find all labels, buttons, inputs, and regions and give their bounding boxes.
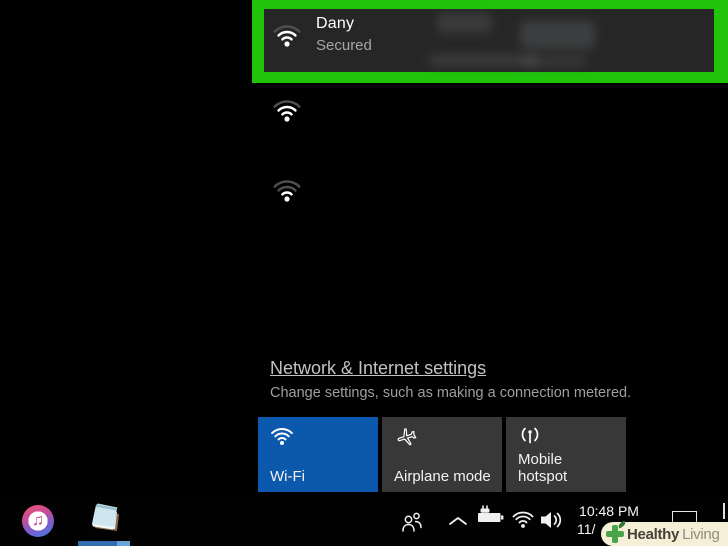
itunes-icon[interactable]: ♫ [22, 505, 54, 537]
wifi-network-item[interactable] [272, 95, 306, 129]
wifi-signal-icon [273, 25, 301, 47]
airplane-mode-tile[interactable]: Airplane mode [382, 417, 502, 492]
clock-date[interactable]: 11/ [577, 521, 595, 537]
network-name: Dany [316, 15, 355, 32]
redacted-blur [520, 21, 595, 49]
connected-network-highlight-box: Dany Secured [252, 0, 728, 83]
redacted-blur [522, 55, 587, 67]
notepad-icon[interactable] [86, 501, 122, 541]
tile-label: Mobile hotspot [518, 451, 568, 485]
mobile-hotspot-icon [521, 427, 539, 444]
volume-icon[interactable] [539, 509, 565, 531]
wifi-signal-icon [271, 428, 293, 445]
healthy-living-cross-icon [605, 520, 627, 544]
chevron-up-icon[interactable] [448, 515, 468, 527]
wifi-network-item[interactable] [272, 175, 306, 209]
quick-actions-row: Wi-Fi Airplane mode Mobile hotspot [258, 417, 626, 492]
healthy-living-watermark: Healthy Living [601, 520, 728, 546]
clock-time[interactable]: 10:48 PM [571, 503, 647, 519]
watermark-word-living: Living [682, 525, 720, 543]
taskbar-active-indicator [78, 541, 130, 546]
people-icon[interactable] [400, 511, 426, 533]
wifi-tray-icon[interactable] [511, 509, 535, 529]
tile-label: Wi-Fi [270, 468, 305, 485]
music-note-glyph: ♫ [32, 512, 44, 529]
network-status: Secured [316, 37, 372, 54]
show-desktop-button[interactable] [723, 503, 725, 519]
battery-charging-icon[interactable] [475, 503, 505, 525]
mobile-hotspot-tile[interactable]: Mobile hotspot [506, 417, 626, 492]
redacted-blur [437, 13, 492, 33]
wifi-signal-icon [273, 100, 301, 122]
watermark-word-healthy: Healthy [627, 525, 680, 543]
tile-label: Airplane mode [394, 468, 491, 485]
wifi-signal-icon [273, 180, 301, 202]
settings-hint-text: Change settings, such as making a connec… [270, 385, 632, 401]
network-internet-settings-link[interactable]: Network & Internet settings [270, 358, 486, 379]
airplane-icon [397, 428, 417, 446]
wifi-toggle-tile[interactable]: Wi-Fi [258, 417, 378, 492]
wifi-network-item-connected[interactable]: Dany Secured [264, 9, 714, 72]
